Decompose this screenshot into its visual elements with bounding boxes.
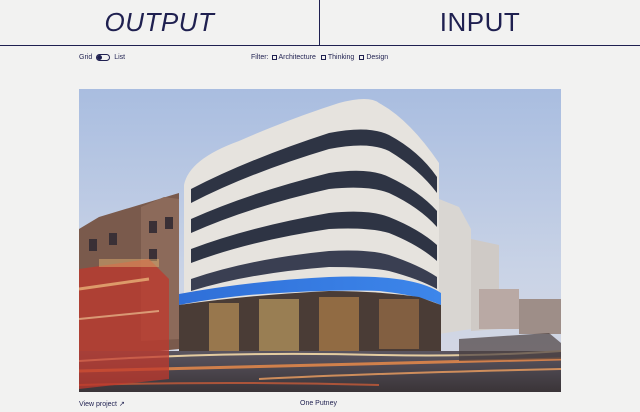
project-name: One Putney <box>300 400 337 407</box>
project-caption: View project ↗ One Putney <box>0 400 640 412</box>
grid-label[interactable]: Grid <box>79 54 92 61</box>
controls-bar: Grid List Filter: Architecture Thinking … <box>0 54 640 66</box>
filter-architecture[interactable]: Architecture <box>271 54 316 61</box>
filter-design[interactable]: Design <box>359 54 388 61</box>
project-image[interactable] <box>79 89 561 392</box>
filter-design-label: Design <box>366 54 389 61</box>
checkbox-icon[interactable] <box>320 55 326 60</box>
top-nav: OUTPUT INPUT <box>0 0 640 46</box>
checkbox-icon[interactable] <box>271 55 277 60</box>
filter-group: Filter: Architecture Thinking Design <box>251 54 390 61</box>
list-label[interactable]: List <box>114 54 125 61</box>
view-toggle: Grid List <box>79 54 125 61</box>
grid-list-switch[interactable] <box>96 54 111 61</box>
view-project-link[interactable]: View project ↗ <box>79 400 125 408</box>
checkbox-icon[interactable] <box>359 55 365 60</box>
input-tab[interactable]: INPUT <box>320 0 640 45</box>
filter-thinking-label: Thinking <box>327 54 355 61</box>
filter-thinking[interactable]: Thinking <box>320 54 355 61</box>
filter-architecture-label: Architecture <box>278 54 316 61</box>
output-tab[interactable]: OUTPUT <box>0 0 320 45</box>
filter-label: Filter: <box>251 54 269 61</box>
building-photo <box>79 89 561 392</box>
switch-knob <box>97 55 103 60</box>
